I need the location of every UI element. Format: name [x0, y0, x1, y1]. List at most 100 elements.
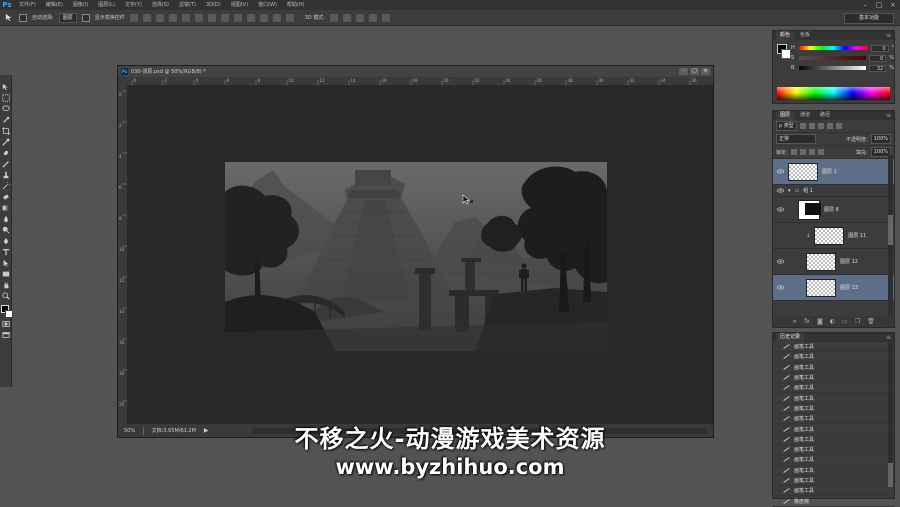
layer-name[interactable]: 组 1	[803, 187, 813, 194]
auto-align-icon[interactable]	[285, 13, 294, 22]
foreground-background-colors[interactable]	[0, 305, 13, 318]
lock-position-icon[interactable]	[808, 149, 815, 155]
scrollbar-thumb[interactable]	[888, 215, 893, 245]
hue-value[interactable]: 0	[871, 44, 889, 52]
history-item[interactable]: 橡皮擦	[773, 496, 894, 507]
adjustment-icon[interactable]: ◐	[830, 318, 835, 325]
history-item[interactable]: 画笔工具	[773, 352, 894, 363]
align-bottom-icon[interactable]	[155, 13, 164, 22]
visibility-eye-icon[interactable]	[776, 168, 784, 176]
lasso-tool-icon[interactable]	[1, 105, 10, 113]
panel-menu-icon[interactable]: ≡	[886, 334, 891, 341]
quick-select-tool-icon[interactable]	[2, 116, 10, 124]
document-tab[interactable]: Ps 030-郊原.psd @ 50%(RGB/8) * – □ ×	[118, 66, 713, 77]
layer-row[interactable]: 图层 12	[773, 249, 894, 275]
menu-item[interactable]: 文字(Y)	[120, 0, 147, 10]
menu-item[interactable]: 视图(V)	[226, 0, 253, 10]
background-color-swatch[interactable]	[781, 49, 791, 59]
history-brush-tool-icon[interactable]	[2, 182, 10, 190]
history-item[interactable]: 画笔工具	[773, 404, 894, 415]
trash-icon[interactable]: 🗑	[867, 318, 875, 325]
color-panel-swatches[interactable]	[777, 44, 791, 59]
dodge-tool-icon[interactable]	[2, 226, 10, 234]
distribute-bottom-icon[interactable]	[233, 13, 242, 22]
history-item[interactable]: 画笔工具	[773, 486, 894, 497]
menu-item[interactable]: 窗口(W)	[253, 0, 282, 10]
slider-saturation[interactable]: S 0 %	[773, 53, 894, 63]
menu-item[interactable]: 编辑(E)	[41, 0, 68, 10]
align-right-icon[interactable]	[194, 13, 203, 22]
tab-history[interactable]: 历史记录	[776, 333, 805, 342]
eraser-tool-icon[interactable]	[2, 193, 10, 201]
visibility-eye-icon[interactable]	[776, 206, 784, 214]
filter-smart-icon[interactable]	[835, 123, 842, 129]
align-center-icon[interactable]	[181, 13, 190, 22]
pen-tool-icon[interactable]	[2, 237, 10, 245]
show-transform-checkbox[interactable]	[81, 13, 90, 22]
brush-tool-icon[interactable]	[1, 160, 10, 168]
layer-name[interactable]: 图层 11	[848, 232, 866, 239]
ruler-origin[interactable]	[118, 77, 127, 85]
3d-rotate-icon[interactable]	[330, 13, 339, 22]
eyedropper-tool-icon[interactable]	[1, 138, 10, 146]
clone-stamp-tool-icon[interactable]	[2, 171, 10, 179]
path-select-tool-icon[interactable]	[2, 259, 10, 267]
move-tool-icon[interactable]	[2, 83, 10, 91]
blend-mode-dropdown[interactable]: 正常	[776, 134, 816, 144]
layer-kind-filter[interactable]: ρ 类型	[776, 121, 797, 131]
menu-item[interactable]: 帮助(H)	[282, 0, 310, 10]
tab-layers[interactable]: 图层	[776, 111, 795, 120]
lock-transparent-icon[interactable]	[790, 149, 797, 155]
background-color-swatch[interactable]	[4, 310, 13, 318]
hand-tool-icon[interactable]	[2, 281, 10, 289]
folder-icon[interactable]: ▭	[842, 318, 848, 325]
tab-swatches[interactable]: 色板	[796, 31, 814, 40]
3d-slide-icon[interactable]	[369, 13, 378, 22]
distribute-top-icon[interactable]	[207, 13, 216, 22]
slider-brightness[interactable]: B 32 %	[773, 63, 894, 73]
auto-select-checkbox[interactable]	[19, 13, 27, 22]
doc-close-button[interactable]: ×	[701, 68, 710, 75]
fx-icon[interactable]: fx	[804, 318, 810, 325]
quick-mask-icon[interactable]	[1, 320, 10, 328]
healing-brush-tool-icon[interactable]	[2, 149, 10, 157]
menu-item[interactable]: 3D(D)	[201, 0, 226, 10]
filter-adjustment-icon[interactable]	[808, 123, 815, 129]
history-item[interactable]: 画笔工具	[773, 373, 894, 384]
hue-slider-track[interactable]	[798, 46, 869, 50]
canvas-area[interactable]	[128, 86, 713, 424]
3d-scale-icon[interactable]	[382, 13, 391, 22]
close-button[interactable]: ×	[886, 0, 900, 10]
history-item[interactable]: 画笔工具	[773, 342, 894, 353]
vertical-ruler[interactable]: 0 2 4 6 8 10 12 14 16 18 20	[118, 85, 128, 424]
brightness-slider-track[interactable]	[798, 66, 867, 70]
auto-select-dropdown[interactable]: 图层	[58, 12, 77, 23]
distribute-right-icon[interactable]	[272, 13, 281, 22]
lock-all-icon[interactable]	[817, 149, 824, 155]
tab-channels[interactable]: 通道	[796, 111, 814, 120]
history-item[interactable]: 画笔工具	[773, 363, 894, 373]
lock-image-icon[interactable]	[799, 149, 806, 155]
tab-paths[interactable]: 路径	[816, 111, 834, 120]
visibility-eye-icon[interactable]	[776, 232, 784, 240]
menu-item[interactable]: 图像(I)	[68, 0, 93, 10]
align-left-icon[interactable]	[168, 13, 177, 22]
3d-roll-icon[interactable]	[343, 13, 352, 22]
align-top-icon[interactable]	[129, 13, 138, 22]
filter-shape-icon[interactable]	[826, 123, 833, 129]
saturation-value[interactable]: 0	[869, 54, 887, 62]
marquee-tool-icon[interactable]	[1, 94, 10, 102]
menu-item[interactable]: 选择(S)	[147, 0, 174, 10]
doc-minimize-button[interactable]: –	[679, 68, 688, 75]
opacity-input[interactable]: 100%	[870, 134, 891, 144]
workspace-dropdown[interactable]: 基本功能	[844, 13, 894, 24]
visibility-eye-icon[interactable]	[776, 258, 784, 266]
blur-tool-icon[interactable]	[2, 215, 10, 223]
history-item[interactable]: 画笔工具	[773, 393, 894, 404]
new-layer-icon[interactable]: ❐	[855, 318, 860, 325]
minimize-button[interactable]: –	[858, 0, 872, 10]
screen-mode-icon[interactable]	[1, 331, 10, 339]
panel-menu-icon[interactable]: ≡	[886, 32, 891, 39]
3d-pan-icon[interactable]	[356, 13, 365, 22]
distribute-center-icon[interactable]	[259, 13, 268, 22]
